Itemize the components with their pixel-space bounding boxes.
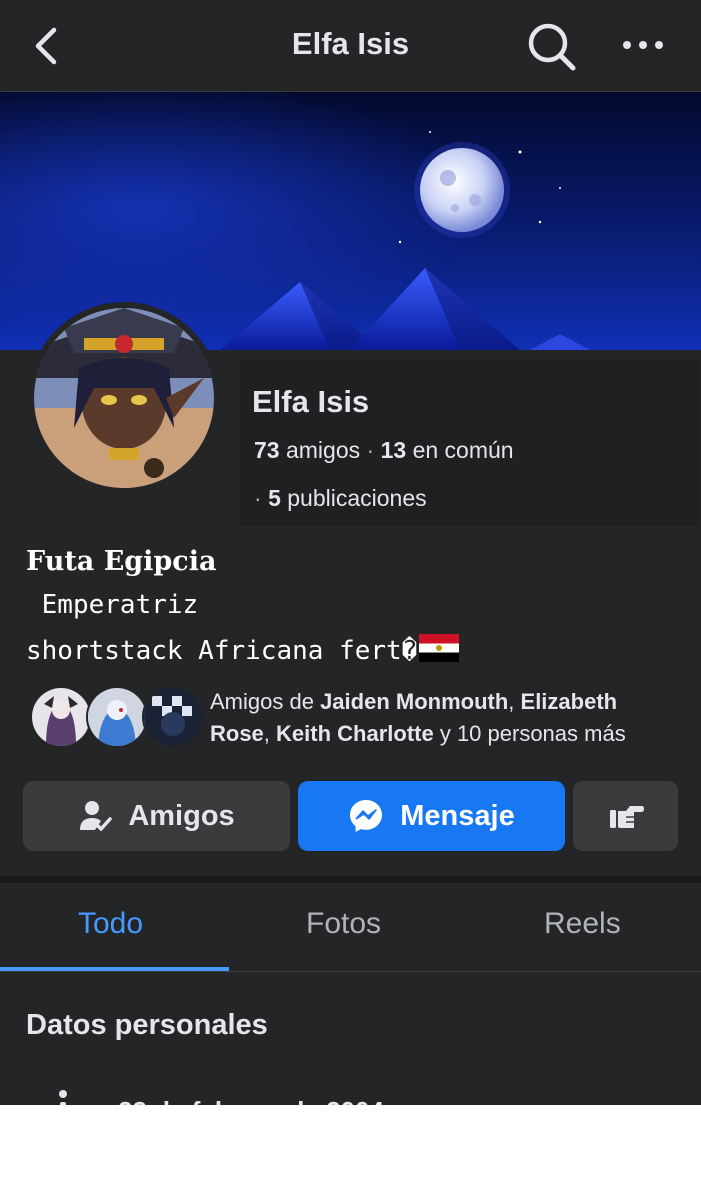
bio-line-1: Futa Egipcia xyxy=(26,546,217,577)
birthday-text: 23 de febrero de 2004 xyxy=(118,1096,384,1105)
friends-stats[interactable]: 73 amigos · 13 en común xyxy=(254,437,514,464)
more-actions-button[interactable] xyxy=(573,781,678,851)
messenger-icon xyxy=(350,800,383,832)
top-bar: Elfa Isis xyxy=(0,0,701,92)
posts-stats: · 5 publicaciones xyxy=(254,485,427,512)
friends-button[interactable]: Amigos xyxy=(23,781,290,851)
bio-line-2: Emperatriz xyxy=(26,590,199,620)
bio-line-3: shortstack Africana fert� xyxy=(26,634,460,666)
profile-screen: Elfa Isis Elfa Isis 73 amigos · 13 en co… xyxy=(0,0,701,1105)
stats-separator: · xyxy=(366,437,375,463)
mutual-sep: , xyxy=(263,721,277,746)
mutual-friends-text[interactable]: Amigos de Jaiden Monmouth, Elizabeth Ros… xyxy=(210,686,680,750)
tab-todo[interactable]: Todo xyxy=(78,907,143,941)
mutual-friend-avatar xyxy=(30,686,92,748)
friends-count: 73 xyxy=(254,437,280,463)
posts-separator: · xyxy=(254,485,262,511)
bio-line-3-text: shortstack Africana fert� xyxy=(26,636,418,666)
profile-name: Elfa Isis xyxy=(252,384,370,419)
mutual-label: en común xyxy=(412,437,514,463)
mutual-friend-name: Keith Charlotte xyxy=(276,721,434,746)
mutual-sep: , xyxy=(508,689,521,714)
page-title: Elfa Isis xyxy=(291,26,410,61)
pointing-hand-icon xyxy=(609,806,644,828)
message-button[interactable]: Mensaje xyxy=(298,781,565,851)
tab-fotos[interactable]: Fotos xyxy=(306,907,381,941)
egypt-flag-icon xyxy=(419,634,460,662)
personal-data-title: Datos personales xyxy=(26,1009,268,1041)
active-tab-indicator xyxy=(0,967,229,971)
mutual-friend-name: Jaiden Monmouth xyxy=(320,689,509,714)
profile-tabs: Todo Fotos Reels xyxy=(0,883,701,972)
posts-label: publicaciones xyxy=(287,485,427,511)
mutual-friends-avatars[interactable] xyxy=(30,686,204,748)
tab-reels[interactable]: Reels xyxy=(544,907,621,941)
more-dots-icon xyxy=(623,41,663,49)
search-button[interactable] xyxy=(526,22,578,72)
mutual-friend-avatar xyxy=(142,686,204,748)
more-options-button[interactable] xyxy=(620,32,666,58)
search-icon xyxy=(528,23,576,71)
mutual-count: 13 xyxy=(380,437,407,463)
person-check-icon xyxy=(80,801,113,831)
message-button-label: Mensaje xyxy=(400,799,515,832)
info-icon xyxy=(59,1090,67,1105)
mutual-prefix: Amigos de xyxy=(210,689,321,714)
mutual-suffix: y 10 personas más xyxy=(433,721,626,746)
profile-avatar[interactable] xyxy=(34,308,214,488)
friends-button-label: Amigos xyxy=(128,799,235,832)
posts-count: 5 xyxy=(268,485,281,511)
section-divider xyxy=(0,876,701,883)
birthday-row: 23 de febrero de 2004 xyxy=(50,1088,690,1105)
friends-label: amigos xyxy=(285,437,361,463)
mutual-friend-avatar xyxy=(86,686,148,748)
